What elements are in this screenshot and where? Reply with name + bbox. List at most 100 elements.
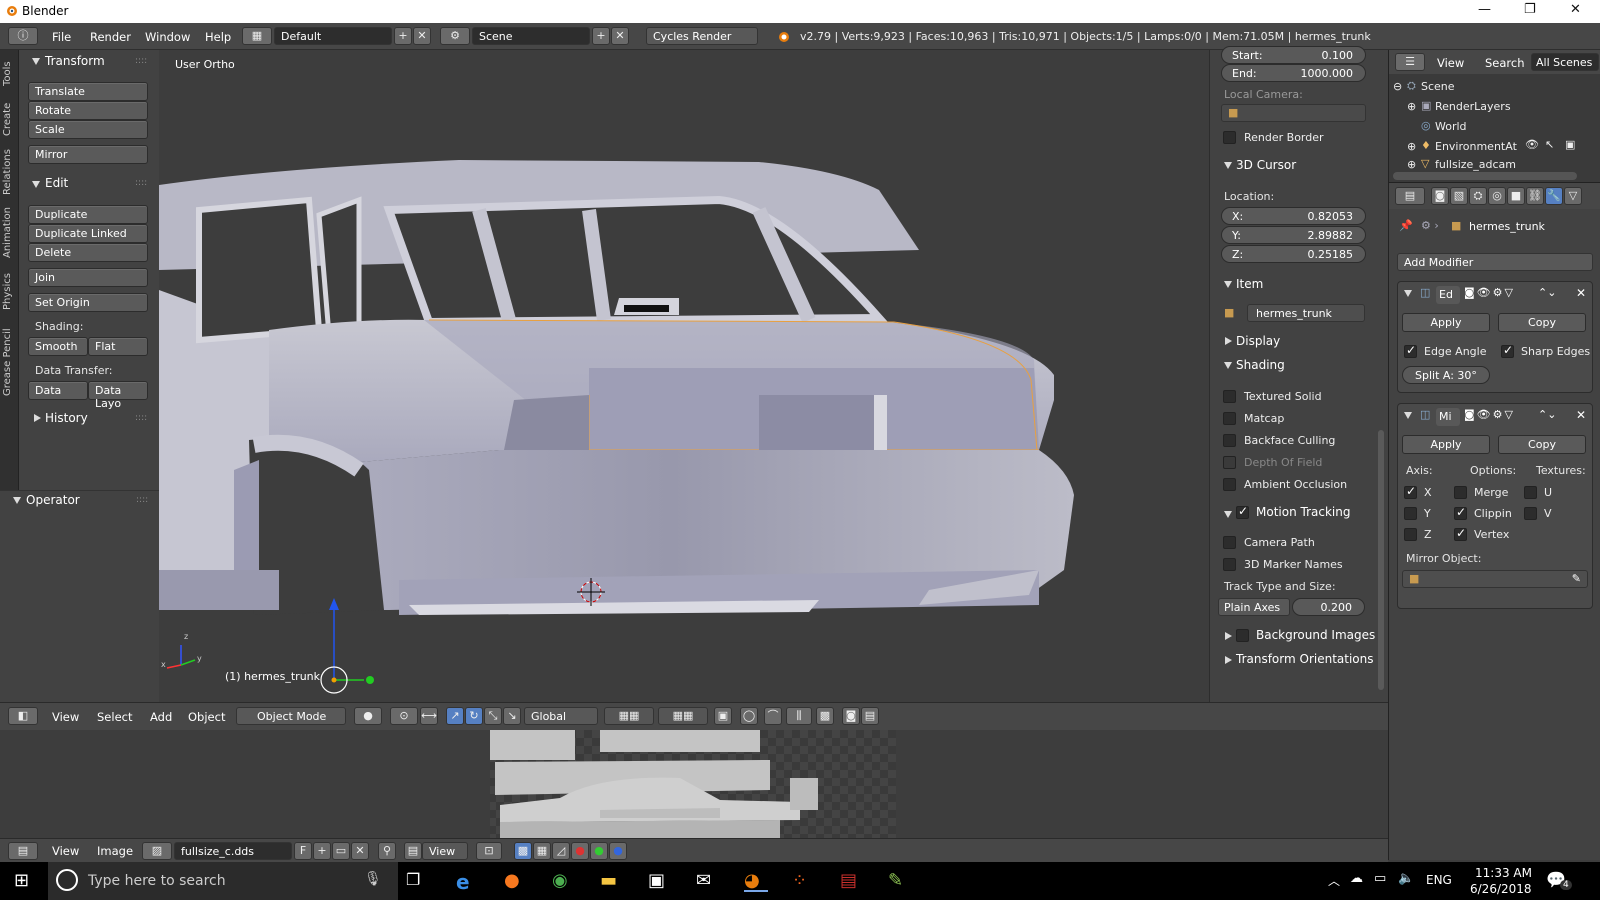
tab-relations[interactable]: Relations [2,146,17,198]
menu-object[interactable]: Object [188,710,225,724]
textured-solid-checkbox[interactable] [1223,390,1236,403]
microphone-icon[interactable]: 🎙 [364,871,382,887]
add-layout-icon[interactable]: + [394,27,412,45]
scene-tab-icon[interactable]: ⛭ [1469,187,1487,205]
collapse-modifier-icon[interactable] [1404,412,1412,419]
render-camera-icon[interactable]: ◙ [842,707,860,725]
move-up-down-icon[interactable]: ⌃⌄ [1538,286,1556,299]
menu-add[interactable]: Add [150,710,172,724]
collapse-modifier-icon[interactable] [1404,290,1412,297]
clip-end-field[interactable]: End: 1000.000 [1221,64,1366,82]
visibility-eye-icon[interactable]: 👁 [1525,138,1539,151]
manipulator-extra-icon[interactable]: ↘ [503,707,521,725]
origin-app-icon[interactable]: ⁘ [792,870,816,892]
apply-modifier-button[interactable]: Apply [1402,435,1490,454]
track-size-field[interactable]: 0.200 [1292,598,1365,616]
collapse-transform-icon[interactable] [32,58,40,65]
tab-animation[interactable]: Animation [2,204,17,262]
render-border-checkbox[interactable] [1223,131,1236,144]
operator-panel-title[interactable]: Operator [26,493,80,507]
expand-display-icon[interactable] [1225,337,1232,345]
outliner-item-world[interactable]: World [1435,120,1467,133]
minimize-icon[interactable]: — [1478,2,1491,17]
outliner-item-mesh[interactable]: fullsize_adcam [1435,158,1523,171]
depth-of-field-checkbox[interactable] [1223,456,1236,469]
rotate-button[interactable]: Rotate [28,101,148,120]
menu-image[interactable]: Image [97,844,133,858]
viewport-shading-icon[interactable]: ● [354,707,382,725]
editor-type-properties-icon[interactable]: ▤ [1395,187,1425,205]
proportional-edit-icon[interactable]: ◯ [740,707,758,725]
drag-grip-icon[interactable]: :::: [135,56,147,66]
vertex-groups-checkbox[interactable] [1454,526,1467,541]
expand-bg-images-icon[interactable] [1225,632,1232,640]
collapse-operator-icon[interactable] [13,497,21,504]
modifier-display-toggles-icon[interactable]: ◙👁⚙▽ [1464,408,1515,421]
matcap-checkbox[interactable] [1223,412,1236,425]
background-images-title[interactable]: Background Images [1256,628,1375,642]
add-modifier-dropdown[interactable]: Add Modifier [1397,253,1593,271]
expand-history-icon[interactable] [34,414,41,422]
pivot-point-icon[interactable]: ⊙ [390,707,418,725]
network-icon[interactable]: ▭ [1374,871,1386,886]
local-camera-field[interactable]: ■ [1221,104,1366,122]
flat-button[interactable]: Flat [88,337,148,356]
tab-create[interactable]: Create [2,98,17,140]
transform-orientations-title[interactable]: Transform Orientations [1236,652,1374,666]
mirror-object-field[interactable]: ■ ✎ [1402,570,1588,588]
collapse-motion-icon[interactable] [1224,511,1232,518]
volume-icon[interactable]: 🔈 [1398,871,1414,886]
drag-grip-icon[interactable]: :::: [135,178,147,188]
screen-layout-field[interactable]: Default [274,27,392,45]
menu-window[interactable]: Window [145,30,190,44]
scale-manipulator-icon[interactable]: ⤡ [484,707,502,725]
pivot-icon[interactable]: ⊡ [476,842,502,860]
axis-z-checkbox[interactable] [1404,528,1417,541]
drag-grip-icon[interactable]: :::: [136,495,148,505]
3d-viewport[interactable]: User Ortho z y x (1) hermes_trunk [159,50,1209,702]
fake-user-button[interactable]: F [294,842,312,860]
modifier-name-field[interactable]: Mi [1436,408,1460,426]
channel-alpha-icon[interactable]: ▦ [533,842,551,860]
select-cursor-icon[interactable]: ↖ [1545,138,1554,151]
collapse-item-icon[interactable] [1224,281,1232,288]
expand-icon[interactable]: ⊕ [1407,100,1416,113]
menu-file[interactable]: File [52,30,71,44]
translate-button[interactable]: Translate [28,82,148,101]
duplicate-button[interactable]: Duplicate [28,205,148,224]
clock-date[interactable]: 6/26/2018 [1470,882,1532,896]
channel-blue-icon[interactable]: ● [609,842,627,860]
data-tab-icon[interactable]: ▽ [1564,187,1582,205]
tab-tools[interactable]: Tools [2,56,17,92]
item-name-field[interactable]: hermes_trunk [1247,304,1365,322]
blender-taskbar-icon[interactable]: ◕ [744,870,768,892]
backface-culling-checkbox[interactable] [1223,434,1236,447]
eyedropper-icon[interactable]: ✎ [1572,572,1581,585]
rotate-manipulator-icon[interactable]: ↻ [465,707,483,725]
pin-image-icon[interactable]: ⚲ [378,842,396,860]
translate-manipulator-icon[interactable]: ↗ [446,707,464,725]
set-origin-dropdown[interactable]: Set Origin [28,293,148,312]
collapse-edit-icon[interactable] [32,181,40,188]
camera-path-checkbox[interactable] [1223,536,1236,549]
motion-tracking-checkbox[interactable] [1236,504,1249,519]
item-panel-title[interactable]: Item [1236,277,1263,291]
cursor-panel-title[interactable]: 3D Cursor [1236,158,1296,172]
tab-grease-pencil[interactable]: Grease Pencil [2,322,17,402]
edge-browser-icon[interactable]: e [456,870,480,894]
ambient-occlusion-checkbox[interactable] [1223,478,1236,491]
cursor-x-field[interactable]: X: 0.82053 [1221,207,1366,225]
store-icon[interactable]: ▣ [648,870,672,892]
remove-layout-icon[interactable]: ✕ [413,27,431,45]
screen-layout-icon[interactable]: ▦ [242,27,272,45]
scene-field[interactable]: Scene [472,27,590,45]
delete-button[interactable]: Delete [28,243,148,262]
channel-z-icon[interactable]: ◿ [552,842,570,860]
outliner-scrollbar[interactable] [1393,172,1577,180]
snap-element-icon[interactable]: ⫼ [786,707,812,725]
render-layers-tab-icon[interactable]: ▧ [1450,187,1468,205]
layers-grid-icon[interactable]: ▦▦ [604,707,654,725]
view-mode-dropdown[interactable]: View [422,842,468,860]
edge-angle-checkbox[interactable] [1404,343,1417,358]
image-name-field[interactable]: fullsize_c.dds [174,842,292,860]
